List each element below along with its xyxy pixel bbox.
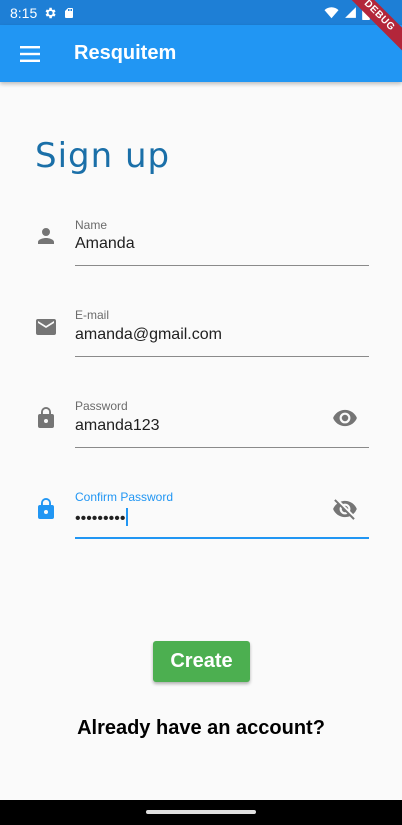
person-icon <box>38 228 54 244</box>
password-field-underline <box>75 447 369 448</box>
cell-signal-icon <box>345 7 356 18</box>
confirm-password-field[interactable]: Confirm Password ••••••••• <box>0 483 402 553</box>
eye-off-icon[interactable] <box>332 496 358 522</box>
confirm-password-field-underline <box>75 537 369 539</box>
hamburger-menu-icon <box>20 45 40 62</box>
password-field-label: Password <box>75 399 128 413</box>
password-field[interactable]: Password amanda123 <box>0 392 402 462</box>
text-caret <box>126 508 129 526</box>
lock-icon <box>38 498 54 519</box>
create-button[interactable]: Create <box>153 641 250 682</box>
email-field-value[interactable]: amanda@gmail.com <box>75 326 222 344</box>
sd-card-icon <box>65 7 74 18</box>
wifi-icon <box>324 6 339 18</box>
home-gesture-handle[interactable] <box>146 810 256 814</box>
confirm-password-field-label: Confirm Password <box>75 490 174 504</box>
name-field-underline <box>75 265 369 266</box>
confirm-password-field-value[interactable]: ••••••••• <box>75 508 129 528</box>
mail-icon <box>36 319 56 335</box>
password-field-value[interactable]: amanda123 <box>75 417 160 435</box>
status-time: 8:15 <box>10 4 38 21</box>
app-bar: Resquitem <box>0 25 402 82</box>
confirm-password-dots: ••••••••• <box>75 510 126 527</box>
eye-icon[interactable] <box>332 405 358 431</box>
lock-icon <box>38 407 54 428</box>
app-title: Resquitem <box>74 42 177 64</box>
login-link[interactable]: Already have an account? <box>0 717 402 740</box>
page-title: Sign up <box>35 136 171 176</box>
menu-button[interactable] <box>0 25 60 82</box>
settings-gear-icon <box>45 7 56 18</box>
battery-icon <box>362 5 370 20</box>
name-field-value[interactable]: Amanda <box>75 235 135 253</box>
email-field[interactable]: E-mail amanda@gmail.com <box>0 301 402 371</box>
email-field-underline <box>75 356 369 357</box>
name-field[interactable]: Name Amanda <box>0 210 402 280</box>
email-field-label: E-mail <box>75 308 110 322</box>
name-field-label: Name <box>75 218 108 232</box>
status-bar: 8:15 <box>0 0 402 25</box>
